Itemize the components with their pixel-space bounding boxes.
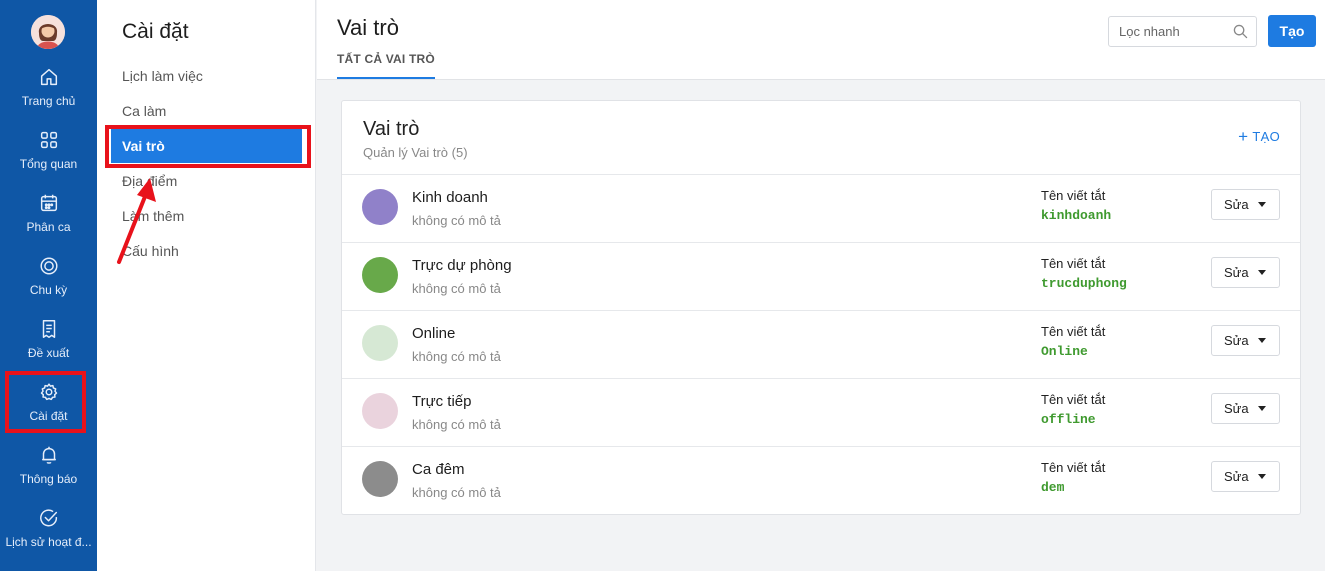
calendar-icon <box>40 194 57 212</box>
abbreviation-label: Tên viết tắt <box>1041 256 1106 271</box>
bell-icon <box>41 446 56 464</box>
search-icon[interactable] <box>1233 24 1248 39</box>
page-header: Vai trò TẤT CẢ VAI TRÒ Tạo <box>317 0 1325 80</box>
role-description: không có mô tả <box>412 213 501 228</box>
home-icon <box>40 68 57 86</box>
annotation-arrow <box>117 178 156 264</box>
edit-label: Sửa <box>1224 469 1249 484</box>
nav-item-activity-history[interactable]: Lịch sử hoạt đ... <box>0 507 97 563</box>
tab-all-roles[interactable]: TẤT CẢ VAI TRÒ <box>337 52 435 79</box>
role-color-dot <box>362 257 398 293</box>
edit-dropdown-button[interactable]: Sửa <box>1211 393 1280 424</box>
grid-icon <box>40 131 57 149</box>
nav-item-overview[interactable]: Tổng quan <box>0 129 97 185</box>
nav-label: Lịch sử hoạt đ... <box>5 535 92 549</box>
menu-item-shifts[interactable]: Ca làm <box>111 94 302 128</box>
add-role-button[interactable]: + TẠO <box>1238 127 1280 147</box>
caret-down-icon <box>1258 202 1266 207</box>
role-description: không có mô tả <box>412 349 501 364</box>
nav-label: Phân ca <box>26 220 71 234</box>
highlight-box-settings-nav <box>5 371 86 433</box>
card-title: Vai trò <box>363 118 420 140</box>
create-button[interactable]: Tạo <box>1268 15 1316 47</box>
abbreviation-value: trucduphong <box>1041 276 1127 291</box>
caret-down-icon <box>1258 406 1266 411</box>
role-row: Kinh doanh không có mô tả Tên viết tắt kinh… <box>342 174 1300 242</box>
abbreviation-value: offline <box>1041 412 1096 427</box>
edit-label: Sửa <box>1224 401 1249 416</box>
role-row: Ca đêm không có mô tả Tên viết tắt dem Sửa <box>342 446 1300 514</box>
role-description: không có mô tả <box>412 281 501 296</box>
nav-label: Tổng quan <box>19 157 78 171</box>
abbreviation-label: Tên viết tắt <box>1041 188 1106 203</box>
edit-dropdown-button[interactable]: Sửa <box>1211 189 1280 220</box>
check-circle-icon <box>39 509 57 527</box>
edit-dropdown-button[interactable]: Sửa <box>1211 461 1280 492</box>
cycle-icon <box>39 257 58 275</box>
document-icon <box>42 320 55 338</box>
role-name: Trực dự phòng <box>412 257 512 274</box>
highlight-box-roles-menu <box>105 125 311 168</box>
nav-item-shifts[interactable]: Phân ca <box>0 192 97 248</box>
role-row: Trực tiếp không có mô tả Tên viết tắt offli… <box>342 378 1300 446</box>
nav-item-proposals[interactable]: Đề xuất <box>0 318 97 374</box>
edit-label: Sửa <box>1224 333 1249 348</box>
role-name: Trực tiếp <box>412 393 472 410</box>
role-name: Kinh doanh <box>412 189 488 206</box>
nav-label: Thông báo <box>19 472 78 486</box>
caret-down-icon <box>1258 338 1266 343</box>
edit-label: Sửa <box>1224 265 1249 280</box>
page-title: Vai trò <box>337 15 399 40</box>
nav-label: Đề xuất <box>27 346 70 360</box>
edit-label: Sửa <box>1224 197 1249 212</box>
quick-filter <box>1108 16 1257 47</box>
abbreviation-label: Tên viết tắt <box>1041 392 1106 407</box>
edit-dropdown-button[interactable]: Sửa <box>1211 257 1280 288</box>
role-color-dot <box>362 393 398 429</box>
nav-item-home[interactable]: Trang chủ <box>0 66 97 122</box>
settings-menu: Cài đặt Lịch làm việc Ca làm Vai trò Địa… <box>97 0 316 571</box>
role-row: Trực dự phòng không có mô tả Tên viết tắt t… <box>342 242 1300 310</box>
abbreviation-label: Tên viết tắt <box>1041 460 1106 475</box>
role-color-dot <box>362 461 398 497</box>
nav-label: Trang chủ <box>21 94 76 108</box>
nav-label: Chu kỳ <box>29 283 68 297</box>
plus-icon: + <box>1238 127 1249 146</box>
role-name: Online <box>412 325 456 342</box>
roles-card: Vai trò Quản lý Vai trò (5) + TẠO Kinh do… <box>341 100 1301 515</box>
nav-rail: Trang chủ Tổng quan Phân ca Chu kỳ Đề xu… <box>0 0 97 571</box>
abbreviation-value: Online <box>1041 344 1088 359</box>
role-color-dot <box>362 189 398 225</box>
abbreviation-label: Tên viết tắt <box>1041 324 1106 339</box>
abbreviation-value: dem <box>1041 480 1065 495</box>
role-description: không có mô tả <box>412 417 501 432</box>
edit-dropdown-button[interactable]: Sửa <box>1211 325 1280 356</box>
add-role-label: TẠO <box>1252 129 1280 144</box>
quick-filter-input[interactable] <box>1109 17 1227 46</box>
settings-menu-title: Cài đặt <box>122 20 189 43</box>
nav-item-cycle[interactable]: Chu kỳ <box>0 255 97 311</box>
abbreviation-value: kinhdoanh <box>1041 208 1112 223</box>
avatar[interactable] <box>31 15 65 49</box>
role-name: Ca đêm <box>412 461 465 478</box>
card-subtitle: Quản lý Vai trò (5) <box>363 145 468 160</box>
caret-down-icon <box>1258 270 1266 275</box>
menu-item-work-schedule[interactable]: Lịch làm việc <box>111 59 302 93</box>
role-description: không có mô tả <box>412 485 501 500</box>
nav-item-notifications[interactable]: Thông báo <box>0 444 97 500</box>
role-row: Online không có mô tả Tên viết tắt Online Sử… <box>342 310 1300 378</box>
caret-down-icon <box>1258 474 1266 479</box>
avatar-icon <box>31 15 65 49</box>
role-color-dot <box>362 325 398 361</box>
